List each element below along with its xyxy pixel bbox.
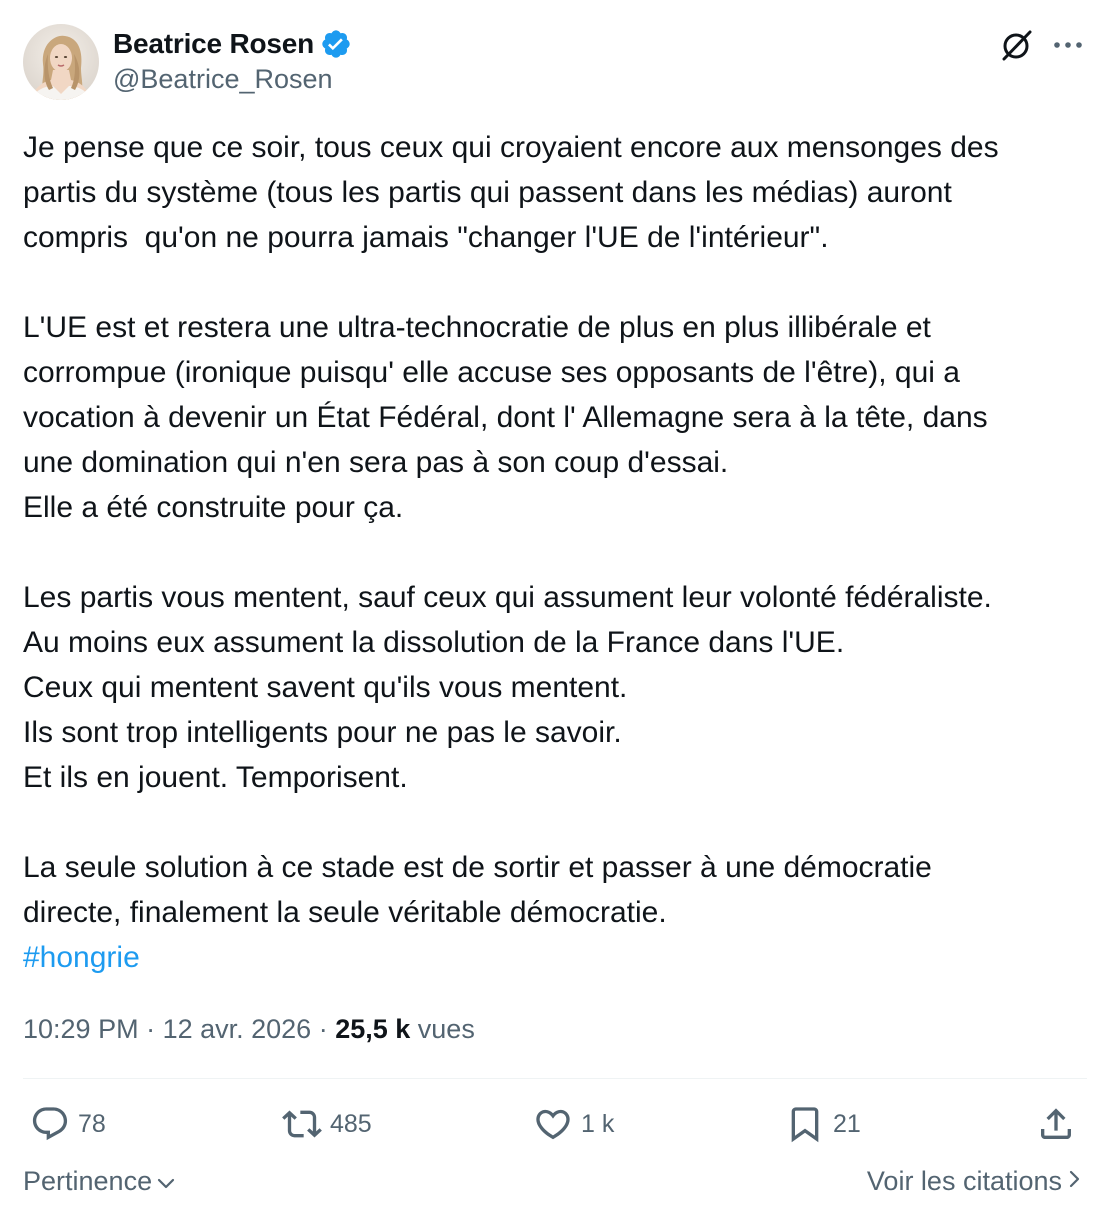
text-line: compris qu'on ne pourra jamais "changer … [23, 221, 829, 254]
more-options-button[interactable] [1048, 25, 1088, 65]
bookmark-button[interactable]: 21 [785, 1098, 861, 1150]
chevron-right-icon [1066, 1166, 1082, 1197]
reply-button[interactable]: 78 [30, 1098, 106, 1150]
share-icon [1041, 1108, 1071, 1139]
text-line: Elle a été construite pour ça. [23, 491, 404, 524]
views-label: vues [410, 1014, 475, 1044]
bookmark-count: 21 [833, 1109, 861, 1138]
reply-count: 78 [78, 1109, 106, 1138]
divider [23, 1078, 1087, 1079]
author-name-row[interactable]: Beatrice Rosen [113, 26, 352, 62]
text-line: Et ils en jouent. Temporisent. [23, 761, 408, 794]
paragraph: L'UE est et restera une ultra-technocrat… [23, 305, 1098, 530]
views-count: 25,5 k [335, 1014, 411, 1044]
more-dots-icon [1054, 42, 1082, 48]
tweet-time[interactable]: 10:29 PM [23, 1014, 139, 1044]
paragraph: Je pense que ce soir, tous ceux qui croy… [23, 125, 1098, 260]
text-line: partis du système (tous les partis qui p… [23, 176, 952, 209]
hashtag-link[interactable]: #hongrie [23, 935, 1098, 980]
tweet-text: Je pense que ce soir, tous ceux qui croy… [23, 125, 1098, 980]
author-handle[interactable]: @Beatrice_Rosen [113, 64, 333, 95]
meta-separator: · [311, 1014, 336, 1044]
reply-icon [32, 1107, 68, 1141]
avatar[interactable] [23, 24, 99, 100]
sort-label: Pertinence [23, 1166, 153, 1196]
text-line: Ils sont trop intelligents pour ne pas l… [23, 716, 622, 749]
paragraph: Les partis vous mentent, sauf ceux qui a… [23, 575, 1098, 800]
text-line: directe, finalement la seule véritable d… [23, 896, 667, 929]
avatar-image [23, 24, 99, 100]
text-line: La seule solution à ce stade est de sort… [23, 851, 932, 884]
paragraph: La seule solution à ce stade est de sort… [23, 845, 1098, 935]
tweet-date[interactable]: 12 avr. 2026 [163, 1014, 312, 1044]
text-line: Ceux qui mentent savent qu'ils vous ment… [23, 671, 628, 704]
text-line: L'UE est et restera une ultra-technocrat… [23, 311, 931, 344]
text-line: vocation à devenir un État Fédéral, dont… [23, 401, 988, 434]
meta-separator: · [138, 1014, 163, 1044]
display-name[interactable]: Beatrice Rosen [113, 28, 314, 60]
grok-button[interactable] [997, 25, 1037, 65]
tweet: Beatrice Rosen @Beatrice_Rosen Je pense … [0, 0, 1106, 1218]
text-line: Les partis vous mentent, sauf ceux qui a… [23, 581, 992, 614]
like-count: 1 k [581, 1109, 615, 1138]
view-quotes-link[interactable]: Voir les citations [867, 1166, 1082, 1197]
like-icon [536, 1109, 570, 1140]
verified-badge-icon[interactable] [320, 28, 352, 60]
sort-dropdown[interactable]: Pertinence [23, 1166, 176, 1197]
like-button[interactable]: 1 k [533, 1098, 614, 1150]
repost-count: 485 [330, 1109, 372, 1138]
repost-button[interactable]: 485 [282, 1098, 372, 1150]
text-line: Au moins eux assument la dissolution de … [23, 626, 845, 659]
text-line: Je pense que ce soir, tous ceux qui croy… [23, 131, 999, 164]
tweet-meta: 10:29 PM · 12 avr. 2026 · 25,5 k vues [23, 1011, 475, 1047]
repost-icon [282, 1110, 322, 1138]
text-line: une domination qui n'en sera pas à son c… [23, 446, 729, 479]
bookmark-icon [791, 1107, 819, 1143]
action-bar: 78 485 1 k 21 [0, 1098, 1106, 1150]
share-button[interactable] [1036, 1098, 1076, 1150]
chevron-down-icon [156, 1166, 176, 1197]
grok-icon [1002, 30, 1032, 61]
text-line: corrompue (ironique puisqu' elle accuse … [23, 356, 960, 389]
view-quotes-label: Voir les citations [866, 1166, 1062, 1196]
